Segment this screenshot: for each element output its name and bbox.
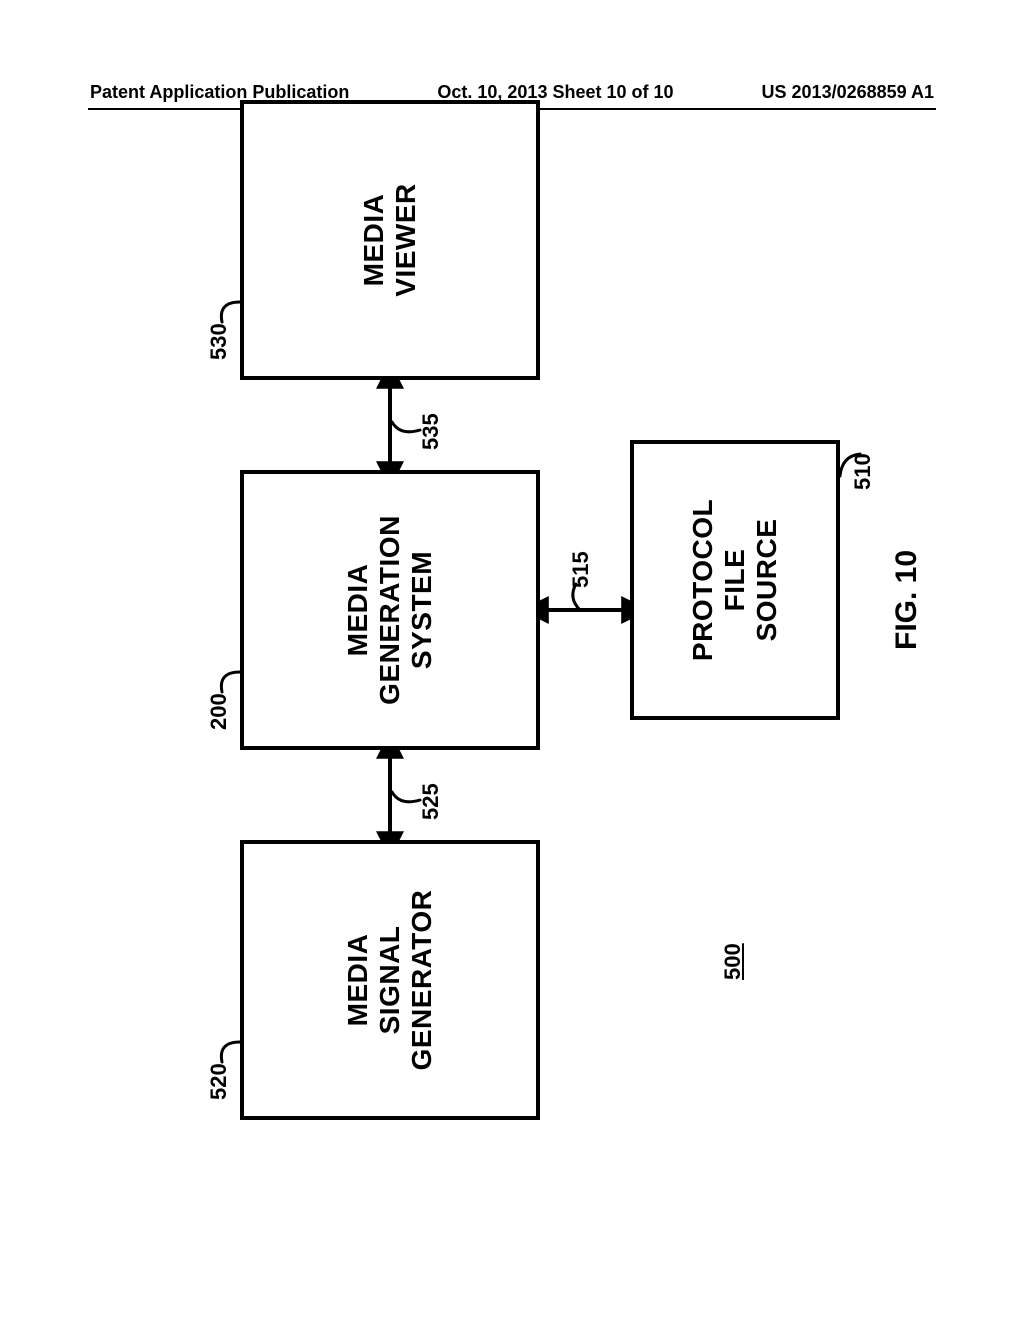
lead-520 [212, 1028, 257, 1068]
ref-500: 500 [720, 943, 746, 980]
lead-525 [386, 770, 431, 810]
diagram-viewport: MEDIASIGNALGENERATOR 520 MEDIAGENERATION… [170, 150, 870, 1140]
box-media-generation-system: MEDIAGENERATIONSYSTEM [240, 470, 540, 750]
lead-530 [212, 288, 257, 328]
box-label: MEDIAGENERATIONSYSTEM [342, 515, 439, 705]
figure-caption: FIG. 10 [890, 550, 924, 650]
ref-200: 200 [206, 693, 232, 730]
lead-510 [824, 440, 869, 480]
header-right: US 2013/0268859 A1 [762, 82, 934, 103]
box-media-signal-generator: MEDIASIGNALGENERATOR [240, 840, 540, 1120]
box-label: MEDIASIGNALGENERATOR [342, 890, 439, 1071]
box-label: MEDIAVIEWER [358, 183, 422, 296]
box-label: PROTOCOLFILESOURCE [687, 499, 784, 661]
lead-200 [212, 658, 257, 698]
box-protocol-file-source: PROTOCOLFILESOURCE [630, 440, 840, 720]
ref-530: 530 [206, 323, 232, 360]
diagram-canvas: MEDIASIGNALGENERATOR 520 MEDIAGENERATION… [170, 150, 870, 1140]
lead-515 [566, 574, 601, 614]
ref-520: 520 [206, 1063, 232, 1100]
lead-535 [386, 400, 431, 440]
box-media-viewer: MEDIAVIEWER [240, 100, 540, 380]
